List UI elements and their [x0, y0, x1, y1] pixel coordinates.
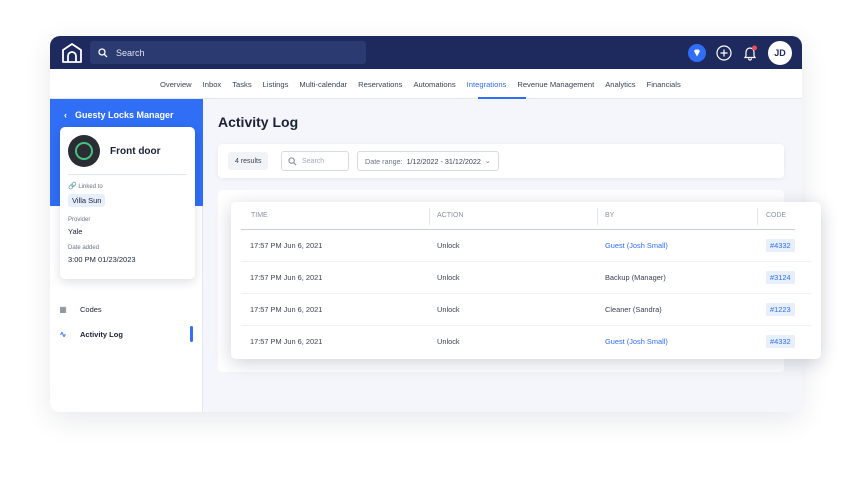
- diamond-icon[interactable]: [688, 44, 706, 62]
- nav-item-overview[interactable]: Overview: [160, 80, 192, 89]
- sidebar-title: Guesty Locks Manager: [75, 110, 174, 120]
- sidebar: ‹ Guesty Locks Manager Front door 🔗 Link…: [50, 99, 203, 412]
- global-search-input[interactable]: Search: [90, 41, 366, 64]
- chevron-down-icon: ⌄: [484, 158, 491, 165]
- column-header-time[interactable]: TIME: [251, 212, 268, 219]
- search-icon: [98, 47, 108, 57]
- cell-action: Unlock: [437, 241, 460, 250]
- code-badge[interactable]: #3124: [766, 271, 795, 284]
- search-placeholder: Search: [116, 47, 145, 58]
- main-nav: Overview Inbox Tasks Listings Multi-cale…: [50, 69, 802, 99]
- cell-by-link[interactable]: Guest (Josh Small): [605, 337, 668, 346]
- nav-item-inbox[interactable]: Inbox: [203, 80, 222, 89]
- cell-time: 17:57 PM Jun 6, 2021: [250, 305, 323, 314]
- top-bar: Search JD: [50, 36, 802, 69]
- divider: [68, 174, 187, 175]
- column-header-code[interactable]: CODE: [766, 212, 786, 219]
- table-row[interactable]: 17:57 PM Jun 6, 2021 Unlock Backup (Mana…: [241, 262, 811, 294]
- date-added-value: 3:00 PM 01/23/2023: [68, 255, 136, 264]
- lock-image: [68, 135, 100, 167]
- linked-label: 🔗 Linked to: [68, 183, 103, 190]
- nav-item-revenue-management[interactable]: Revenue Management: [517, 80, 594, 89]
- nav-item-automations[interactable]: Automations: [413, 80, 455, 89]
- nav-item-reservations[interactable]: Reservations: [358, 80, 402, 89]
- nav-item-financials[interactable]: Financials: [647, 80, 681, 89]
- lock-name: Front door: [110, 146, 161, 157]
- provider-label: Provider: [68, 217, 91, 223]
- code-badge[interactable]: #1223: [766, 303, 795, 316]
- cell-time: 17:57 PM Jun 6, 2021: [250, 337, 323, 346]
- date-range-value: 1/12/2022 - 31/12/2022: [406, 156, 481, 166]
- code-badge[interactable]: #4332: [766, 335, 795, 348]
- link-icon: 🔗: [68, 183, 77, 190]
- cell-by-link[interactable]: Guest (Josh Small): [605, 241, 668, 250]
- cell-by: Backup (Manager): [605, 273, 666, 282]
- filter-bar: 4 results Search Date range: 1/12/2022 -…: [218, 144, 784, 178]
- back-button[interactable]: ‹ Guesty Locks Manager: [64, 110, 174, 120]
- lock-card: Front door 🔗 Linked to Villa Sun Provide…: [60, 127, 195, 279]
- active-indicator: [190, 326, 193, 342]
- activity-log-table: TIME ACTION BY CODE 17:57 PM Jun 6, 2021…: [231, 202, 821, 359]
- table-row[interactable]: 17:57 PM Jun 6, 2021 Unlock Guest (Josh …: [241, 230, 811, 262]
- add-icon[interactable]: [716, 45, 732, 61]
- active-nav-underline: [478, 97, 526, 99]
- notification-dot: [752, 45, 757, 51]
- nav-item-tasks[interactable]: Tasks: [232, 80, 251, 89]
- date-range-label: Date range:: [365, 156, 403, 166]
- results-count: 4 results: [228, 152, 269, 170]
- sidebar-item-label: Activity Log: [80, 329, 123, 339]
- sidebar-item-codes[interactable]: ▦ Codes: [58, 300, 198, 318]
- linked-listing-badge[interactable]: Villa Sun: [68, 194, 106, 207]
- sidebar-item-label: Codes: [80, 304, 102, 314]
- home-logo-icon[interactable]: [60, 41, 84, 65]
- column-header-by[interactable]: BY: [605, 212, 614, 219]
- nav-item-integrations[interactable]: Integrations: [467, 80, 507, 89]
- column-divider: [757, 208, 758, 225]
- nav-item-analytics[interactable]: Analytics: [605, 80, 635, 89]
- code-badge[interactable]: #4332: [766, 239, 795, 252]
- date-range-dropdown[interactable]: Date range: 1/12/2022 - 31/12/2022 ⌄: [357, 151, 499, 171]
- column-header-action[interactable]: ACTION: [437, 212, 463, 219]
- grid-icon: ▦: [59, 304, 67, 314]
- cell-action: Unlock: [437, 273, 460, 282]
- cell-time: 17:57 PM Jun 6, 2021: [250, 241, 323, 250]
- user-avatar[interactable]: JD: [768, 41, 792, 65]
- column-divider: [597, 208, 598, 225]
- page-title: Activity Log: [218, 114, 299, 130]
- date-added-label: Date added: [68, 245, 100, 251]
- cell-by: Cleaner (Sandra): [605, 305, 662, 314]
- bell-icon[interactable]: [742, 45, 758, 61]
- nav-item-multi-calendar[interactable]: Multi-calendar: [299, 80, 347, 89]
- column-divider: [429, 208, 430, 225]
- search-icon: [288, 156, 297, 165]
- cell-time: 17:57 PM Jun 6, 2021: [250, 273, 323, 282]
- cell-action: Unlock: [437, 305, 460, 314]
- log-search-input[interactable]: Search: [281, 151, 349, 171]
- pulse-icon: ∿: [59, 329, 67, 339]
- chevron-left-icon: ‹: [64, 110, 67, 120]
- table-row[interactable]: 17:57 PM Jun 6, 2021 Unlock Cleaner (San…: [241, 294, 811, 326]
- table-row[interactable]: 17:57 PM Jun 6, 2021 Unlock Guest (Josh …: [241, 326, 811, 358]
- sidebar-item-activity-log[interactable]: ∿ Activity Log: [58, 325, 198, 343]
- provider-value: Yale: [68, 227, 83, 236]
- nav-item-listings[interactable]: Listings: [263, 80, 289, 89]
- cell-action: Unlock: [437, 337, 460, 346]
